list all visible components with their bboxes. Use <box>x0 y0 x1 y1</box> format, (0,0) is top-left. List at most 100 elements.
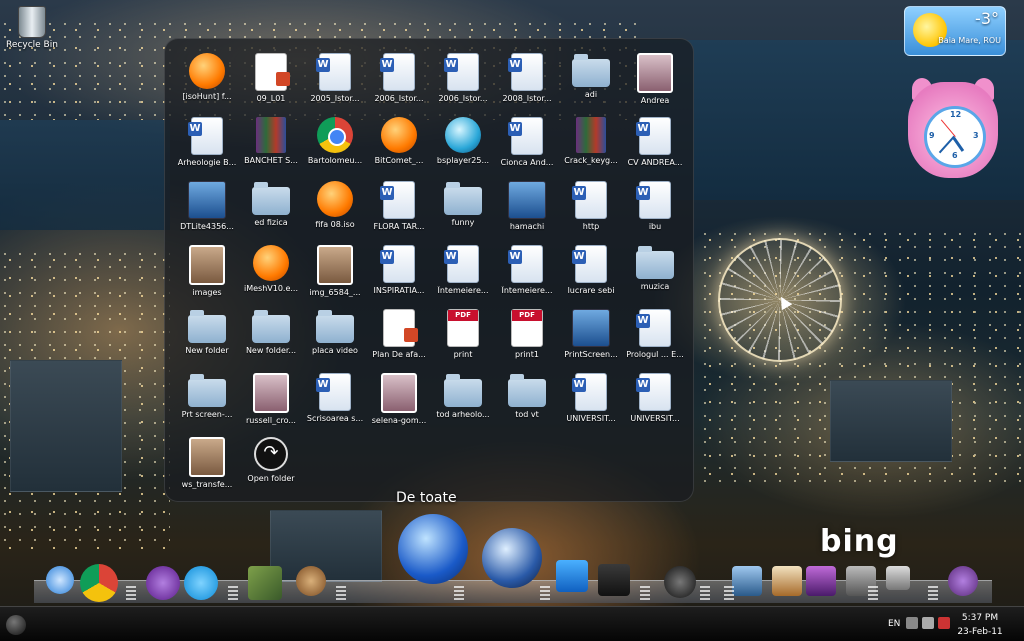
stack-item[interactable]: 2005_Istor... <box>303 49 367 113</box>
stack-item[interactable]: print1 <box>495 305 559 369</box>
stack-item[interactable]: hamachi <box>495 177 559 241</box>
dock-separator <box>454 586 464 600</box>
stack-item[interactable]: UNIVERSIT... <box>623 369 687 433</box>
stack-item[interactable]: funny <box>431 177 495 241</box>
stack-item[interactable]: Plan De afa... <box>367 305 431 369</box>
dock-separator <box>228 586 238 600</box>
stack-item[interactable]: CV ANDREA... <box>623 113 687 177</box>
tray-icon-flag[interactable] <box>938 617 950 629</box>
word-doc-icon <box>636 309 671 347</box>
stack-item-label: muzica <box>640 282 670 291</box>
stack-item[interactable]: images <box>175 241 239 305</box>
stack-item-label: PrintScreen... <box>564 350 618 359</box>
stack-item[interactable]: Crack_keyg... <box>559 113 623 177</box>
stack-item[interactable]: Cionca And... <box>495 113 559 177</box>
stack-item[interactable]: Arheologie B... <box>175 113 239 177</box>
stack-item[interactable]: 2008_Istor... <box>495 49 559 113</box>
emule-icon[interactable] <box>296 566 326 596</box>
safari-icon[interactable] <box>46 566 74 594</box>
stack-item[interactable]: img_6584_... <box>303 241 367 305</box>
skype-icon[interactable] <box>184 566 218 600</box>
movie-icon[interactable] <box>598 564 630 596</box>
recycle-bin[interactable]: Recycle Bin <box>4 6 60 50</box>
itunes-icon[interactable] <box>556 560 588 592</box>
folder-icon <box>316 310 354 343</box>
stack-item-label: print <box>453 350 473 359</box>
chrome-icon[interactable] <box>80 564 118 602</box>
stack-item[interactable]: selena-gom... <box>367 369 431 433</box>
monitor-icon[interactable] <box>732 566 762 596</box>
stack-item[interactable]: tod arheolo... <box>431 369 495 433</box>
stack-item[interactable]: muzica <box>623 241 687 305</box>
media-player-icon[interactable] <box>482 528 542 588</box>
stack-item-label: russell_cro... <box>246 416 296 425</box>
stack-item[interactable]: 2006_Istor... <box>431 49 495 113</box>
stack-item[interactable]: DTLite4356... <box>175 177 239 241</box>
stack-item[interactable]: BANCHET S... <box>239 113 303 177</box>
stack-item[interactable]: [isoHunt] f... <box>175 49 239 113</box>
tray-icon-volume[interactable] <box>922 617 934 629</box>
start-button[interactable] <box>6 615 26 635</box>
stack-item[interactable]: placa video <box>303 305 367 369</box>
stack-item[interactable]: russell_cro... <box>239 369 303 433</box>
yahoo-messenger-icon[interactable] <box>146 566 180 600</box>
stack-item-label: tod vt <box>515 410 539 419</box>
stack-item-label: FLORA TAR... <box>373 222 425 231</box>
stack-item[interactable]: iMeshV10.e... <box>239 241 303 305</box>
language-indicator[interactable]: EN <box>888 619 900 629</box>
stack-item[interactable]: ed fizica <box>239 177 303 241</box>
stack-item[interactable]: 09_L01 <box>239 49 303 113</box>
taskbar-date[interactable]: 23-Feb-11 <box>952 627 1008 637</box>
messenger-bird-icon[interactable] <box>948 566 978 596</box>
stack-item[interactable]: 2006_Istor... <box>367 49 431 113</box>
taskbar-time[interactable]: 5:37 PM <box>952 613 1008 623</box>
dock-separator <box>868 586 878 600</box>
games-icon[interactable] <box>248 566 282 600</box>
stack-item[interactable]: PrintScreen... <box>559 305 623 369</box>
stack-item[interactable]: http <box>559 177 623 241</box>
clock-number-9: 9 <box>929 131 935 140</box>
stack-item[interactable]: New folder <box>175 305 239 369</box>
stack-item[interactable]: Scrisoarea s... <box>303 369 367 433</box>
stack-item-label: ibu <box>648 222 662 231</box>
weather-gadget[interactable]: -3° Baia Mare, ROU <box>904 6 1006 56</box>
word-doc-icon <box>636 117 671 155</box>
pdf-icon <box>511 309 543 347</box>
stack-item[interactable]: ibu <box>623 177 687 241</box>
stack-item[interactable]: FLORA TAR... <box>367 177 431 241</box>
stack-item[interactable]: adi <box>559 49 623 113</box>
stack-item[interactable]: Prt screen-... <box>175 369 239 433</box>
stack-item[interactable]: tod vt <box>495 369 559 433</box>
stack-item[interactable]: Întemeiere... <box>431 241 495 305</box>
network-globe-icon[interactable] <box>398 514 468 584</box>
photos-icon[interactable] <box>806 566 836 596</box>
stack-item[interactable]: Prologul ... E... <box>623 305 687 369</box>
stack-item[interactable]: print <box>431 305 495 369</box>
stack-item-label: Scrisoarea s... <box>306 414 364 423</box>
stack-item[interactable]: Bartolomeu... <box>303 113 367 177</box>
photo-icon <box>637 53 673 93</box>
trash-icon[interactable] <box>886 566 910 590</box>
clock-gadget[interactable]: 12 3 6 9 <box>908 78 998 178</box>
stack-item-label: Open folder <box>247 474 295 483</box>
orange-app-icon <box>381 117 417 153</box>
word-doc-icon <box>636 373 671 411</box>
stack-item[interactable]: INSPIRATIA... <box>367 241 431 305</box>
stack-item-label: 09_L01 <box>256 94 286 103</box>
stack-item[interactable]: bsplayer25... <box>431 113 495 177</box>
open-folder-button[interactable]: Open folder <box>239 433 303 497</box>
wallpaper-building <box>830 380 952 462</box>
stack-item[interactable]: Andrea <box>623 49 687 113</box>
home-icon[interactable] <box>772 566 802 596</box>
film-reel-icon[interactable] <box>664 566 696 598</box>
folder-icon <box>444 374 482 407</box>
stack-item-label: INSPIRATIA... <box>373 286 425 295</box>
stack-item[interactable]: lucrare sebi <box>559 241 623 305</box>
tray-icon-network[interactable] <box>906 617 918 629</box>
stack-item[interactable]: UNIVERSIT... <box>559 369 623 433</box>
stack-item[interactable]: BitComet_... <box>367 113 431 177</box>
stack-item[interactable]: fifa 08.iso <box>303 177 367 241</box>
stack-item[interactable]: ws_transfe... <box>175 433 239 497</box>
stack-item[interactable]: New folder... <box>239 305 303 369</box>
stack-item[interactable]: Întemeiere... <box>495 241 559 305</box>
